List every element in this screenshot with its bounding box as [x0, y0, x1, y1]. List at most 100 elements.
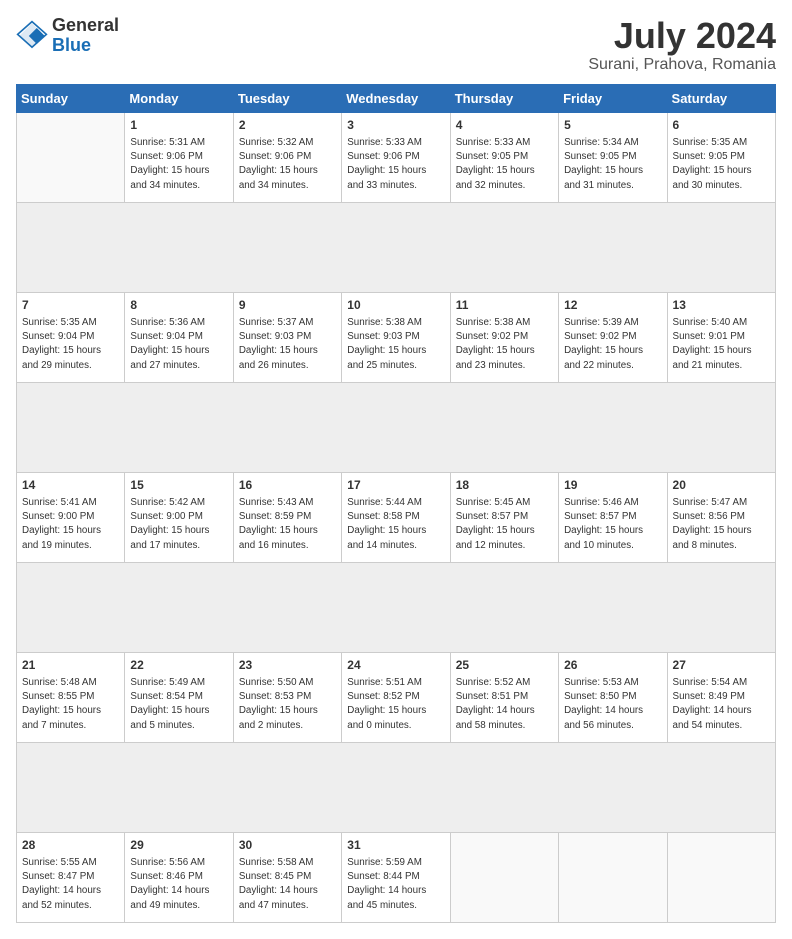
day-info: Sunrise: 5:51 AM Sunset: 8:52 PM Dayligh…: [347, 676, 444, 733]
calendar-cell: 15Sunrise: 5:42 AM Sunset: 9:00 PM Dayli…: [125, 472, 233, 562]
calendar-header-row: SundayMondayTuesdayWednesdayThursdayFrid…: [17, 84, 776, 112]
calendar-week-2: 7 Sunrise: 5:35 AM Sunset: 9:04 PM Daylig…: [17, 292, 776, 382]
calendar-week-5: 28Sunrise: 5:55 AM Sunset: 8:47 PM Dayli…: [17, 832, 776, 922]
calendar-cell: 20Sunrise: 5:47 AM Sunset: 8:56 PM Dayli…: [667, 472, 775, 562]
week-separator: [17, 202, 776, 292]
day-number: 26: [564, 657, 661, 674]
calendar-cell: 31Sunrise: 5:59 AM Sunset: 8:44 PM Dayli…: [342, 832, 450, 922]
calendar-header-wednesday: Wednesday: [342, 84, 450, 112]
location-subtitle: Surani, Prahova, Romania: [588, 56, 776, 74]
calendar-header-monday: Monday: [125, 84, 233, 112]
logo-text: General Blue: [52, 16, 119, 56]
day-info: Sunrise: 5:35 AM Sunset: 9:04 PM Dayligh…: [22, 316, 119, 373]
day-info: Sunrise: 5:42 AM Sunset: 9:00 PM Dayligh…: [130, 496, 227, 553]
day-number: 29: [130, 837, 227, 854]
day-info: Sunrise: 5:54 AM Sunset: 8:49 PM Dayligh…: [673, 676, 770, 733]
calendar-cell: 28Sunrise: 5:55 AM Sunset: 8:47 PM Dayli…: [17, 832, 125, 922]
day-number: 8: [130, 297, 227, 314]
calendar-cell: [559, 832, 667, 922]
day-info: Sunrise: 5:35 AM Sunset: 9:05 PM Dayligh…: [673, 136, 770, 193]
day-number: 1: [130, 117, 227, 134]
day-number: 25: [456, 657, 553, 674]
calendar-cell: 12 Sunrise: 5:39 AM Sunset: 9:02 PM Dayli…: [559, 292, 667, 382]
day-number: 3: [347, 117, 444, 134]
calendar-cell: 3 Sunrise: 5:33 AM Sunset: 9:06 PM Daylig…: [342, 112, 450, 202]
day-number: 24: [347, 657, 444, 674]
day-info: Sunrise: 5:38 AM Sunset: 9:03 PM Dayligh…: [347, 316, 444, 373]
calendar-week-3: 14 Sunrise: 5:41 AM Sunset: 9:00 PM Dayli…: [17, 472, 776, 562]
day-info: Sunrise: 5:45 AM Sunset: 8:57 PM Dayligh…: [456, 496, 553, 553]
day-number: 4: [456, 117, 553, 134]
calendar-cell: 17Sunrise: 5:44 AM Sunset: 8:58 PM Dayli…: [342, 472, 450, 562]
calendar-cell: 23Sunrise: 5:50 AM Sunset: 8:53 PM Dayli…: [233, 652, 341, 742]
day-info: Sunrise: 5:40 AM Sunset: 9:01 PM Dayligh…: [673, 316, 770, 373]
day-number: 11: [456, 297, 553, 314]
day-info: Sunrise: 5:52 AM Sunset: 8:51 PM Dayligh…: [456, 676, 553, 733]
calendar-cell: 10Sunrise: 5:38 AM Sunset: 9:03 PM Dayli…: [342, 292, 450, 382]
day-info: Sunrise: 5:41 AM Sunset: 9:00 PM Dayligh…: [22, 496, 119, 553]
day-number: 30: [239, 837, 336, 854]
day-number: 2: [239, 117, 336, 134]
day-number: 5: [564, 117, 661, 134]
day-info: Sunrise: 5:32 AM Sunset: 9:06 PM Dayligh…: [239, 136, 336, 193]
calendar-cell: 4 Sunrise: 5:33 AM Sunset: 9:05 PM Daylig…: [450, 112, 558, 202]
day-number: 17: [347, 477, 444, 494]
day-info: Sunrise: 5:34 AM Sunset: 9:05 PM Dayligh…: [564, 136, 661, 193]
day-number: 16: [239, 477, 336, 494]
calendar-cell: 29 Sunrise: 5:56 AM Sunset: 8:46 PM Dayli…: [125, 832, 233, 922]
day-info: Sunrise: 5:39 AM Sunset: 9:02 PM Dayligh…: [564, 316, 661, 373]
day-info: Sunrise: 5:43 AM Sunset: 8:59 PM Dayligh…: [239, 496, 336, 553]
calendar-cell: 26 Sunrise: 5:53 AM Sunset: 8:50 PM Dayli…: [559, 652, 667, 742]
day-info: Sunrise: 5:55 AM Sunset: 8:47 PM Dayligh…: [22, 856, 119, 913]
calendar-cell: 30 Sunrise: 5:58 AM Sunset: 8:45 PM Dayli…: [233, 832, 341, 922]
day-info: Sunrise: 5:49 AM Sunset: 8:54 PM Dayligh…: [130, 676, 227, 733]
calendar-cell: 14 Sunrise: 5:41 AM Sunset: 9:00 PM Dayli…: [17, 472, 125, 562]
calendar-cell: [17, 112, 125, 202]
calendar-cell: 13 Sunrise: 5:40 AM Sunset: 9:01 PM Dayli…: [667, 292, 775, 382]
day-info: Sunrise: 5:37 AM Sunset: 9:03 PM Dayligh…: [239, 316, 336, 373]
day-info: Sunrise: 5:33 AM Sunset: 9:05 PM Dayligh…: [456, 136, 553, 193]
month-title: July 2024: [588, 16, 776, 56]
day-info: Sunrise: 5:31 AM Sunset: 9:06 PM Dayligh…: [130, 136, 227, 193]
calendar-cell: 9Sunrise: 5:37 AM Sunset: 9:03 PM Daylig…: [233, 292, 341, 382]
calendar-cell: 2 Sunrise: 5:32 AM Sunset: 9:06 PM Daylig…: [233, 112, 341, 202]
calendar-cell: 7 Sunrise: 5:35 AM Sunset: 9:04 PM Daylig…: [17, 292, 125, 382]
day-number: 23: [239, 657, 336, 674]
logo-icon: [16, 20, 48, 52]
calendar-cell: 11Sunrise: 5:38 AM Sunset: 9:02 PM Dayli…: [450, 292, 558, 382]
day-number: 13: [673, 297, 770, 314]
calendar-cell: 5 Sunrise: 5:34 AM Sunset: 9:05 PM Daylig…: [559, 112, 667, 202]
calendar-cell: [450, 832, 558, 922]
day-number: 18: [456, 477, 553, 494]
day-info: Sunrise: 5:33 AM Sunset: 9:06 PM Dayligh…: [347, 136, 444, 193]
day-info: Sunrise: 5:56 AM Sunset: 8:46 PM Dayligh…: [130, 856, 227, 913]
page-header: General Blue July 2024 Surani, Prahova, …: [16, 16, 776, 74]
calendar-week-4: 21 Sunrise: 5:48 AM Sunset: 8:55 PM Dayli…: [17, 652, 776, 742]
day-info: Sunrise: 5:58 AM Sunset: 8:45 PM Dayligh…: [239, 856, 336, 913]
day-number: 12: [564, 297, 661, 314]
calendar-header-thursday: Thursday: [450, 84, 558, 112]
logo: General Blue: [16, 16, 119, 56]
calendar-week-1: 1 Sunrise: 5:31 AM Sunset: 9:06 PM Daylig…: [17, 112, 776, 202]
calendar-cell: [667, 832, 775, 922]
calendar-cell: 18 Sunrise: 5:45 AM Sunset: 8:57 PM Dayli…: [450, 472, 558, 562]
day-info: Sunrise: 5:46 AM Sunset: 8:57 PM Dayligh…: [564, 496, 661, 553]
day-info: Sunrise: 5:48 AM Sunset: 8:55 PM Dayligh…: [22, 676, 119, 733]
day-number: 19: [564, 477, 661, 494]
calendar-cell: 8Sunrise: 5:36 AM Sunset: 9:04 PM Daylig…: [125, 292, 233, 382]
day-number: 14: [22, 477, 119, 494]
day-info: Sunrise: 5:53 AM Sunset: 8:50 PM Dayligh…: [564, 676, 661, 733]
day-number: 27: [673, 657, 770, 674]
day-info: Sunrise: 5:47 AM Sunset: 8:56 PM Dayligh…: [673, 496, 770, 553]
calendar-header-friday: Friday: [559, 84, 667, 112]
calendar-header-sunday: Sunday: [17, 84, 125, 112]
day-number: 7: [22, 297, 119, 314]
calendar-header-tuesday: Tuesday: [233, 84, 341, 112]
day-number: 6: [673, 117, 770, 134]
day-number: 21: [22, 657, 119, 674]
calendar-cell: 19 Sunrise: 5:46 AM Sunset: 8:57 PM Dayli…: [559, 472, 667, 562]
calendar-cell: 25 Sunrise: 5:52 AM Sunset: 8:51 PM Dayli…: [450, 652, 558, 742]
calendar-cell: 27 Sunrise: 5:54 AM Sunset: 8:49 PM Dayli…: [667, 652, 775, 742]
calendar-cell: 22Sunrise: 5:49 AM Sunset: 8:54 PM Dayli…: [125, 652, 233, 742]
calendar-cell: 24 Sunrise: 5:51 AM Sunset: 8:52 PM Dayli…: [342, 652, 450, 742]
